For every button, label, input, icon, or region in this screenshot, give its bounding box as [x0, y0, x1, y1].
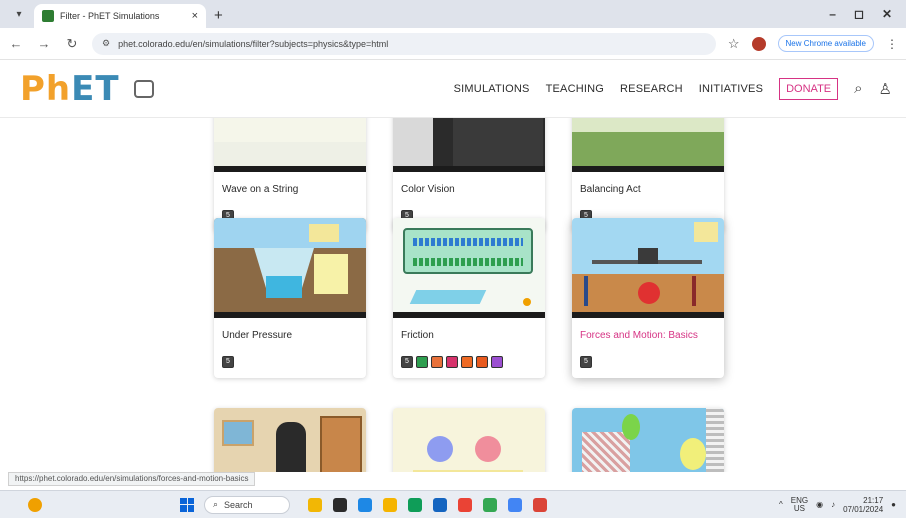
sim-card-row3-1[interactable] [214, 408, 366, 472]
browser-tab-strip: ▾ Filter - PhET Simulations × + – ◻ ✕ [0, 0, 906, 28]
nav-initiatives[interactable]: INITIATIVES [699, 83, 763, 95]
sim-card-title: Balancing Act [580, 184, 641, 195]
chevron-up-icon[interactable]: ^ [779, 500, 783, 509]
address-bar[interactable]: ⚙ phet.colorado.edu/en/simulations/filte… [92, 32, 716, 55]
back-icon[interactable]: ← [8, 36, 24, 51]
taskbar-app-icon[interactable] [483, 497, 497, 512]
html5-format-icon[interactable]: 5 [580, 356, 592, 368]
browser-tab[interactable]: Filter - PhET Simulations × [34, 4, 206, 28]
sim-thumbnail [214, 218, 366, 318]
taskbar-app-icon[interactable] [333, 497, 347, 512]
url-text[interactable]: phet.colorado.edu/en/simulations/filter?… [118, 39, 706, 49]
nav-research[interactable]: RESEARCH [620, 83, 683, 95]
sim-thumbnail [393, 218, 545, 318]
format-icon[interactable] [476, 356, 488, 368]
sim-card-title: Friction [401, 330, 434, 341]
taskbar-app-icon[interactable] [533, 497, 547, 512]
sim-card-friction[interactable]: Friction 5 [393, 218, 545, 378]
bookmark-star-icon[interactable]: ☆ [728, 36, 740, 52]
profile-avatar-icon[interactable] [751, 36, 766, 51]
browser-toolbar: ← → ↻ ⚙ phet.colorado.edu/en/simulations… [0, 28, 906, 60]
format-icons: 5 [393, 352, 545, 378]
browser-menu-icon[interactable]: ⋮ [886, 37, 898, 51]
notification-icon[interactable]: ● [891, 500, 896, 509]
html5-format-icon[interactable]: 5 [401, 356, 413, 368]
taskbar-apps [308, 497, 547, 512]
main-nav: SIMULATIONS TEACHING RESEARCH INITIATIVE… [454, 77, 906, 100]
taskbar-app-icon[interactable] [308, 497, 322, 512]
window-controls: – ◻ ✕ [829, 7, 906, 28]
start-icon[interactable] [180, 497, 194, 512]
screen: ▾ Filter - PhET Simulations × + – ◻ ✕ ← … [0, 0, 906, 518]
status-link-preview: https://phet.colorado.edu/en/simulations… [8, 472, 256, 486]
minimize-icon[interactable]: – [829, 7, 836, 21]
format-icon[interactable] [491, 356, 503, 368]
taskbar-app-icon[interactable] [508, 497, 522, 512]
format-icons: 5 [214, 352, 366, 378]
taskbar-app-icon[interactable] [383, 497, 397, 512]
sim-card-title: Wave on a String [222, 184, 299, 195]
phet-logo[interactable]: PhET [20, 69, 120, 109]
donate-button[interactable]: DONATE [779, 77, 839, 100]
phet-favicon-icon [42, 10, 54, 22]
tab-close-icon[interactable]: × [192, 10, 198, 22]
volume-icon[interactable]: ♪ [831, 500, 835, 509]
taskbar-app-icon[interactable] [358, 497, 372, 512]
search-icon: ⌕ [213, 499, 219, 509]
format-icon[interactable] [461, 356, 473, 368]
html5-format-icon[interactable]: 5 [222, 356, 234, 368]
clock[interactable]: 21:17 07/01/2024 [843, 496, 883, 514]
search-icon[interactable]: ⌕ [854, 80, 862, 97]
maximize-icon[interactable]: ◻ [854, 7, 864, 21]
sim-card-title: Color Vision [401, 184, 455, 195]
reload-icon[interactable]: ↻ [64, 36, 80, 52]
tab-search-icon[interactable]: ▾ [8, 3, 30, 25]
chrome-update-button[interactable]: New Chrome available [777, 35, 874, 52]
sim-thumbnail [572, 218, 724, 318]
sim-card-title: Under Pressure [222, 330, 293, 341]
nav-simulations[interactable]: SIMULATIONS [454, 83, 530, 95]
site-info-icon[interactable]: ⚙ [102, 38, 110, 49]
taskbar-search[interactable]: ⌕ Search [204, 495, 290, 514]
sim-thumbnail [572, 408, 724, 472]
sim-card-row3-3[interactable] [572, 408, 724, 472]
taskbar-app-icon[interactable] [408, 497, 422, 512]
close-window-icon[interactable]: ✕ [882, 7, 892, 21]
format-icons: 5 [572, 352, 724, 378]
forward-icon[interactable]: → [36, 36, 52, 51]
nav-teaching[interactable]: TEACHING [546, 83, 604, 95]
cu-boulder-logo-icon[interactable] [133, 79, 154, 98]
format-icon[interactable] [431, 356, 443, 368]
wifi-icon[interactable]: ◉ [816, 500, 823, 509]
sim-card-title: Forces and Motion: Basics [580, 330, 698, 341]
sim-card-forces-and-motion-basics[interactable]: Forces and Motion: Basics 5 [572, 218, 724, 378]
taskbar-search-placeholder: Search [224, 499, 253, 510]
weather-icon[interactable] [28, 497, 42, 512]
taskbar-app-icon[interactable] [433, 497, 447, 512]
simulation-grid: Wave on a String 5 Color Vision 5 Balanc… [0, 60, 906, 472]
format-icon[interactable] [416, 356, 428, 368]
sim-thumbnail [393, 408, 545, 472]
tab-title: Filter - PhET Simulations [60, 11, 160, 21]
system-tray: ^ ENG US ◉ ♪ 21:17 07/01/2024 ● [779, 496, 906, 514]
sim-card-row3-2[interactable] [393, 408, 545, 472]
taskbar-app-icon[interactable] [458, 497, 472, 512]
sim-card-under-pressure[interactable]: Under Pressure 5 [214, 218, 366, 378]
sim-thumbnail [214, 408, 366, 472]
site-header: PhET SIMULATIONS TEACHING RESEARCH INITI… [0, 60, 906, 118]
taskbar: ⌕ Search ^ ENG US ◉ ♪ 21:17 07/01/2024 ● [0, 490, 906, 518]
language-indicator[interactable]: ENG US [791, 496, 808, 513]
new-tab-button[interactable]: + [214, 7, 223, 24]
user-account-icon[interactable]: ♙ [879, 80, 892, 98]
format-icon[interactable] [446, 356, 458, 368]
